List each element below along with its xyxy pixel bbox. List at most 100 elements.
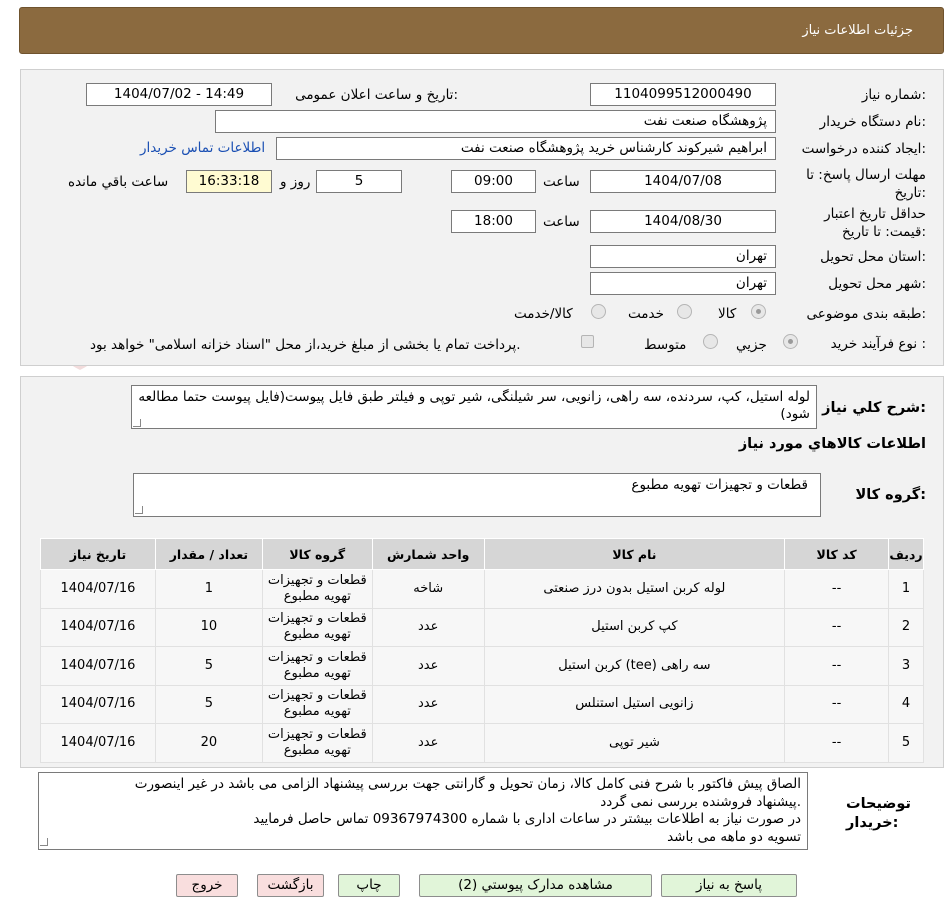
- cell-code: --: [784, 723, 890, 763]
- table-row[interactable]: 2 -- کپ کربن استیل عدد قطعات و تجهیزات ت…: [40, 607, 924, 647]
- cell-unit: عدد: [371, 723, 485, 763]
- notes-line: الصاق پیش فاکتور با شرح فنی کامل کالا، ز…: [134, 776, 801, 792]
- category-radio-goods-service[interactable]: [591, 304, 606, 319]
- cell-qty: 10: [154, 607, 263, 647]
- table-row[interactable]: 4 -- زانویی استیل استنلس عدد قطعات و تجه…: [40, 684, 924, 724]
- items-table: ردیف کد کالا نام کالا واحد شمارش گروه کا…: [40, 538, 924, 763]
- cell-code: --: [784, 569, 890, 609]
- col-qty: تعداد / مقدار: [154, 538, 263, 570]
- price-validity-label: حداقل تاریخ اعتبار قیمت: تا تاریخ:: [824, 206, 926, 240]
- validity-date-field[interactable]: 1404/08/30: [590, 210, 776, 233]
- reply-deadline-label: مهلت ارسال پاسخ: تا تاریخ:: [806, 167, 926, 201]
- exit-button[interactable]: خروج: [176, 874, 238, 897]
- summary-textarea[interactable]: لوله استیل، کپ، سردنده، سه راهی، زانویی،…: [131, 385, 817, 429]
- page-header: جزئیات اطلاعات نیاز: [19, 7, 944, 54]
- print-button[interactable]: چاپ: [338, 874, 400, 897]
- cell-unit: عدد: [371, 646, 485, 686]
- category-label: طبقه بندی موضوعی:: [806, 306, 926, 322]
- reply-button[interactable]: پاسخ به نیاز: [661, 874, 797, 897]
- col-unit: واحد شمارش: [371, 538, 485, 570]
- goods-group-textarea[interactable]: قطعات و تجهیزات تهویه مطبوع: [133, 473, 821, 517]
- col-name: نام کالا: [483, 538, 786, 570]
- validity-time-field[interactable]: 18:00: [451, 210, 536, 233]
- reply-date-field[interactable]: 1404/07/08: [590, 170, 776, 193]
- category-label-goods-service: کالا/خدمت: [514, 306, 573, 322]
- col-row: ردیف: [888, 538, 924, 570]
- treasury-checkbox[interactable]: [581, 335, 594, 348]
- cell-row: 3: [888, 646, 924, 686]
- province-field[interactable]: تهران: [590, 245, 776, 268]
- requester-label: ایجاد کننده درخواست:: [801, 141, 926, 157]
- province-label: استان محل تحویل:: [820, 249, 926, 265]
- cell-date: 1404/07/16: [40, 684, 156, 724]
- process-label: نوع فرآیند خرید :: [830, 336, 926, 352]
- notes-line: پیشنهاد فروشنده بررسی نمی گردد.: [600, 793, 801, 810]
- summary-resize-handle[interactable]: [133, 419, 141, 427]
- notes-line: تسویه دو ماهه می باشد: [667, 828, 801, 845]
- process-radio-minor[interactable]: [783, 334, 798, 349]
- cell-name: شیر توپی: [483, 723, 786, 763]
- cell-date: 1404/07/16: [40, 646, 156, 686]
- buyer-org-field[interactable]: پژوهشگاه صنعت نفت: [215, 110, 776, 133]
- announce-field[interactable]: 1404/07/02 - 14:49: [86, 83, 272, 106]
- category-radio-service[interactable]: [677, 304, 692, 319]
- col-date: تاریخ نیاز: [40, 538, 156, 570]
- cell-row: 5: [888, 723, 924, 763]
- reply-time-field[interactable]: 09:00: [451, 170, 536, 193]
- col-group: گروه کالا: [261, 538, 373, 570]
- category-label-service: خدمت: [628, 306, 664, 322]
- notes-resize-handle[interactable]: [40, 838, 48, 846]
- process-radio-medium[interactable]: [703, 334, 718, 349]
- process-label-minor: جزیي: [736, 337, 767, 353]
- summary-text: لوله استیل، کپ، سردنده، سه راهی، زانویی،…: [138, 389, 810, 422]
- cell-code: --: [784, 607, 890, 647]
- requester-field[interactable]: ابراهیم شیرکوند کارشناس خرید پژوهشگاه صن…: [276, 137, 776, 160]
- city-label: شهر محل تحویل:: [828, 276, 926, 292]
- goods-group-resize-handle[interactable]: [135, 506, 143, 514]
- announce-label: تاریخ و ساعت اعلان عمومی:: [295, 87, 458, 103]
- cell-group: قطعات و تجهیزات تهویه مطبوع: [261, 569, 373, 609]
- cell-group: قطعات و تجهیزات تهویه مطبوع: [261, 723, 373, 763]
- days-field[interactable]: 5: [316, 170, 402, 193]
- remaining-time-field: 16:33:18: [186, 170, 272, 193]
- buyer-contact-link[interactable]: اطلاعات تماس خریدار: [140, 140, 265, 156]
- cell-row: 2: [888, 607, 924, 647]
- reply-time-label: ساعت: [543, 174, 580, 190]
- process-label-medium: متوسط: [644, 337, 687, 353]
- cell-date: 1404/07/16: [40, 723, 156, 763]
- category-radio-goods[interactable]: [751, 304, 766, 319]
- cell-code: --: [784, 646, 890, 686]
- cell-qty: 20: [154, 723, 263, 763]
- cell-date: 1404/07/16: [40, 607, 156, 647]
- table-row[interactable]: 5 -- شیر توپی عدد قطعات و تجهیزات تهویه …: [40, 723, 924, 763]
- table-row[interactable]: 1 -- لوله کربن استیل بدون درز صنعتی شاخه…: [40, 569, 924, 609]
- cell-qty: 1: [154, 569, 263, 609]
- buyer-notes-label: توضیحات خریدار:: [846, 796, 911, 831]
- category-label-goods: کالا: [718, 306, 737, 322]
- back-button[interactable]: بازگشت: [257, 874, 324, 897]
- buyer-org-label: نام دستگاه خریدار:: [819, 114, 926, 130]
- cell-group: قطعات و تجهیزات تهویه مطبوع: [261, 607, 373, 647]
- buyer-notes-textarea[interactable]: الصاق پیش فاکتور با شرح فنی کامل کالا، ز…: [38, 772, 808, 850]
- city-field[interactable]: تهران: [590, 272, 776, 295]
- notes-line: در صورت نیاز به اطلاعات بیشتر در ساعات ا…: [253, 811, 801, 827]
- cell-unit: شاخه: [371, 569, 485, 609]
- attachments-button[interactable]: مشاهده مدارک پیوستي (2): [419, 874, 652, 897]
- page-title: جزئیات اطلاعات نیاز: [802, 23, 913, 38]
- need-number-field[interactable]: 1104099512000490: [590, 83, 776, 106]
- summary-label: شرح کلي نیاز:: [822, 400, 926, 416]
- need-number-label: شماره نیاز:: [861, 87, 926, 103]
- cell-name: سه راهی (tee) کربن استیل: [483, 646, 786, 686]
- cell-name: لوله کربن استیل بدون درز صنعتی: [483, 569, 786, 609]
- table-row[interactable]: 3 -- سه راهی (tee) کربن استیل عدد قطعات …: [40, 646, 924, 686]
- goods-section-title: اطلاعات کالاهاي مورد نياز: [738, 436, 926, 452]
- cell-row: 4: [888, 684, 924, 724]
- goods-group-label: گروه کالا:: [855, 487, 926, 503]
- cell-name: کپ کربن استیل: [483, 607, 786, 647]
- remaining-label: ساعت باقي مانده: [68, 174, 169, 190]
- cell-date: 1404/07/16: [40, 569, 156, 609]
- cell-group: قطعات و تجهیزات تهویه مطبوع: [261, 684, 373, 724]
- cell-group: قطعات و تجهیزات تهویه مطبوع: [261, 646, 373, 686]
- cell-qty: 5: [154, 684, 263, 724]
- validity-time-label: ساعت: [543, 214, 580, 230]
